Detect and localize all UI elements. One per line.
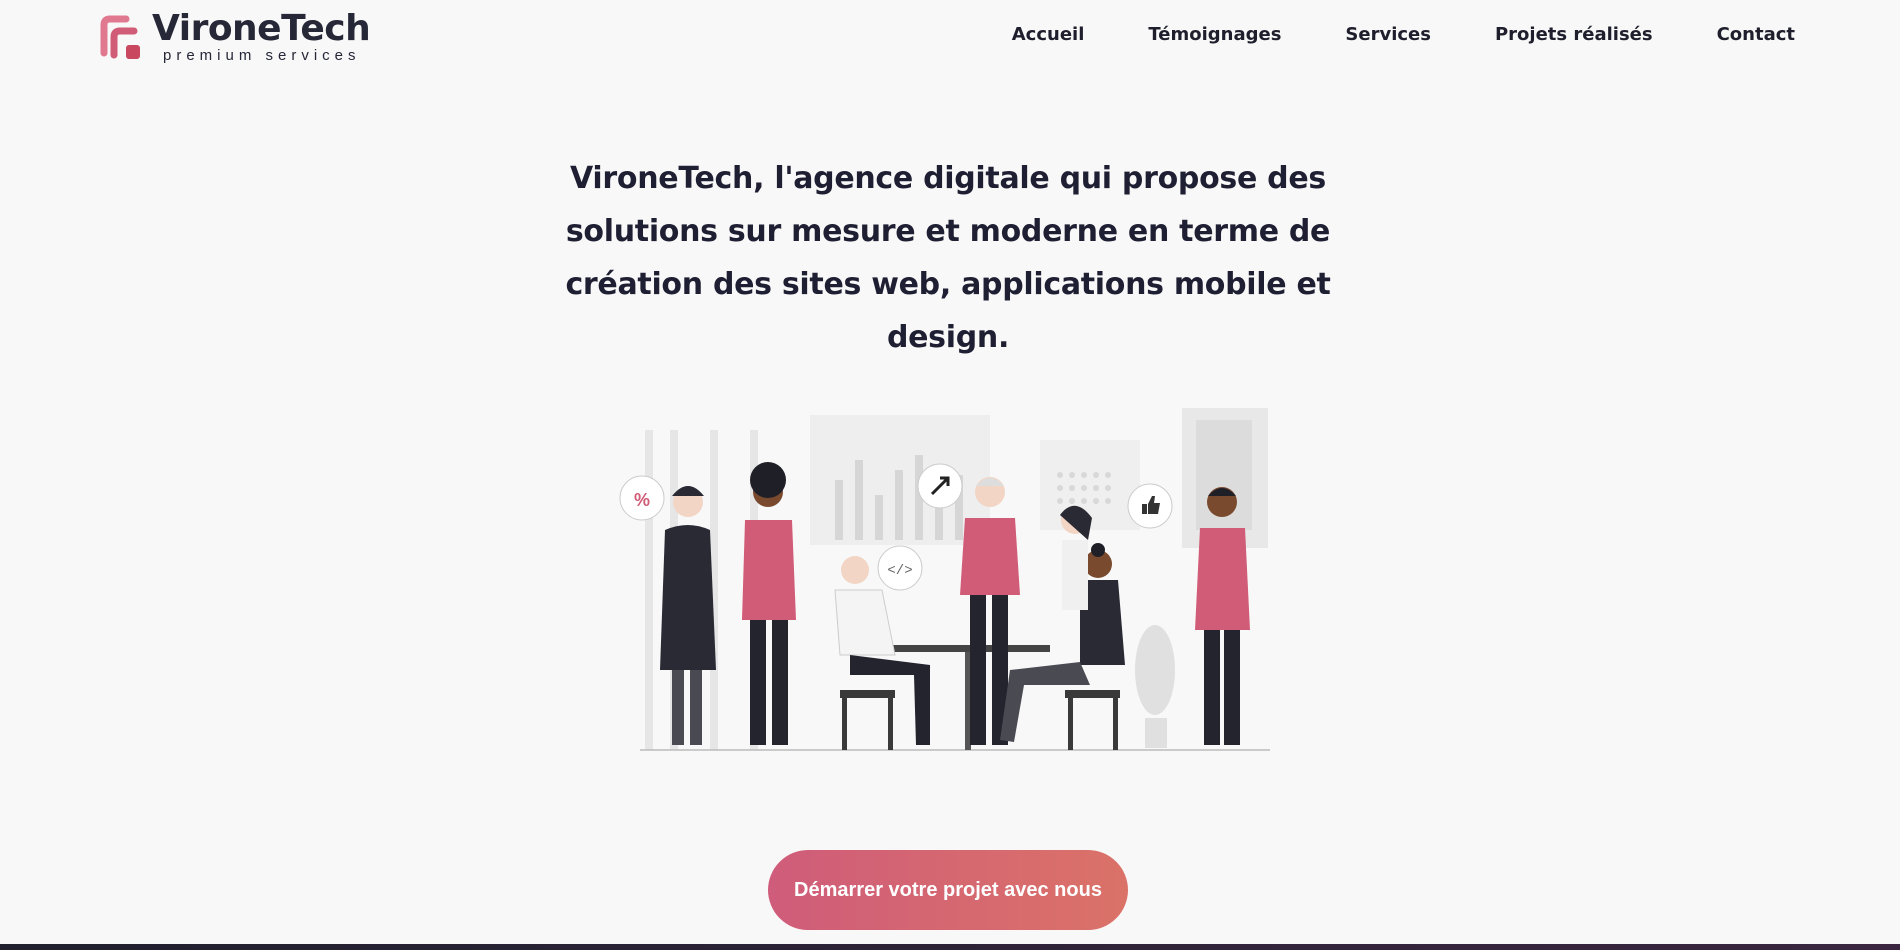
team-illustration: % </> xyxy=(619,408,1270,751)
percent-bubble-label: % xyxy=(634,490,650,510)
site-header: VironeTech premium services Accueil Témo… xyxy=(0,0,1900,78)
bottom-divider xyxy=(0,944,1900,950)
code-bubble: </> xyxy=(877,545,923,591)
start-project-button[interactable]: Démarrer votre projet avec nous xyxy=(768,850,1128,930)
thumbs-up-bubble-icon xyxy=(1127,483,1173,529)
nav-item-projets[interactable]: Projets réalisés xyxy=(1495,24,1653,45)
hero-text: VironeTech, l'agence digitale qui propos… xyxy=(565,161,1331,355)
logo-mark-icon xyxy=(100,15,140,59)
nav-item-contact[interactable]: Contact xyxy=(1717,24,1795,45)
percent-bubble: % xyxy=(619,475,665,521)
brand-logo[interactable]: VironeTech premium services xyxy=(100,8,371,66)
nav-item-temoignages[interactable]: Témoignages xyxy=(1148,24,1281,45)
main-nav: Accueil Témoignages Services Projets réa… xyxy=(1012,24,1795,45)
brand-tagline: premium services xyxy=(163,47,361,64)
arrow-bubble-icon xyxy=(917,463,963,509)
nav-item-services[interactable]: Services xyxy=(1345,24,1431,45)
code-bubble-label: </> xyxy=(887,563,912,579)
nav-item-accueil[interactable]: Accueil xyxy=(1012,24,1085,45)
brand-name: VironeTech xyxy=(152,8,371,49)
